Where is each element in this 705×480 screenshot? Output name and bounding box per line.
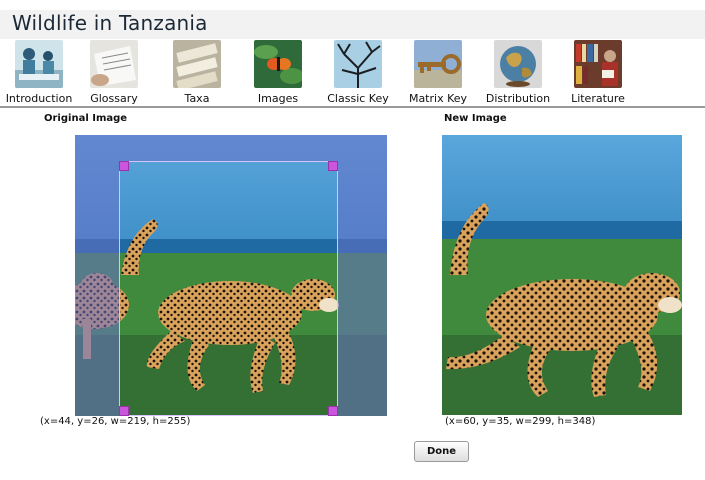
nav-item-glossary[interactable]: Glossary	[74, 40, 154, 106]
nav-divider	[0, 106, 705, 108]
crop-handle-bottom-right[interactable]	[328, 406, 338, 416]
nav-label-distribution: Distribution	[485, 92, 551, 105]
nav-item-literature[interactable]: Literature	[558, 40, 638, 106]
nav-item-matrix-key[interactable]: Matrix Key	[398, 40, 478, 106]
crop-handle-top-right[interactable]	[328, 161, 338, 171]
taxa-icon	[173, 40, 221, 88]
main-nav: Introduction Glossary Taxa Images Classi…	[0, 40, 705, 106]
glossary-icon	[90, 40, 138, 88]
matrix-key-icon	[414, 40, 462, 88]
images-icon	[254, 40, 302, 88]
distribution-icon	[494, 40, 542, 88]
nav-label-glossary: Glossary	[90, 92, 138, 105]
original-image-heading: Original Image	[44, 113, 128, 124]
crop-handle-top-left[interactable]	[119, 161, 129, 171]
introduction-icon	[15, 40, 63, 88]
nav-label-images: Images	[257, 92, 299, 105]
nav-label-taxa: Taxa	[184, 92, 210, 105]
title-bar: Wildlife in Tanzania	[0, 10, 705, 39]
done-button[interactable]: Done	[414, 441, 469, 462]
new-image	[442, 135, 682, 415]
crop-selection[interactable]	[119, 161, 338, 416]
nav-item-classic-key[interactable]: Classic Key	[318, 40, 398, 106]
nav-label-classic-key: Classic Key	[327, 92, 389, 105]
new-image-coords: (x=60, y=35, w=299, h=348)	[445, 416, 596, 427]
page-title: Wildlife in Tanzania	[12, 11, 208, 35]
nav-label-literature: Literature	[571, 92, 625, 105]
crop-handle-bottom-left[interactable]	[119, 406, 129, 416]
original-image	[75, 135, 387, 416]
new-image-heading: New Image	[444, 113, 507, 124]
classic-key-icon	[334, 40, 382, 88]
nav-item-taxa[interactable]: Taxa	[157, 40, 237, 106]
original-coords: (x=44, y=26, w=219, h=255)	[40, 416, 191, 427]
nav-label-matrix-key: Matrix Key	[408, 92, 468, 105]
nav-item-images[interactable]: Images	[238, 40, 318, 106]
nav-item-distribution[interactable]: Distribution	[478, 40, 558, 106]
literature-icon	[574, 40, 622, 88]
